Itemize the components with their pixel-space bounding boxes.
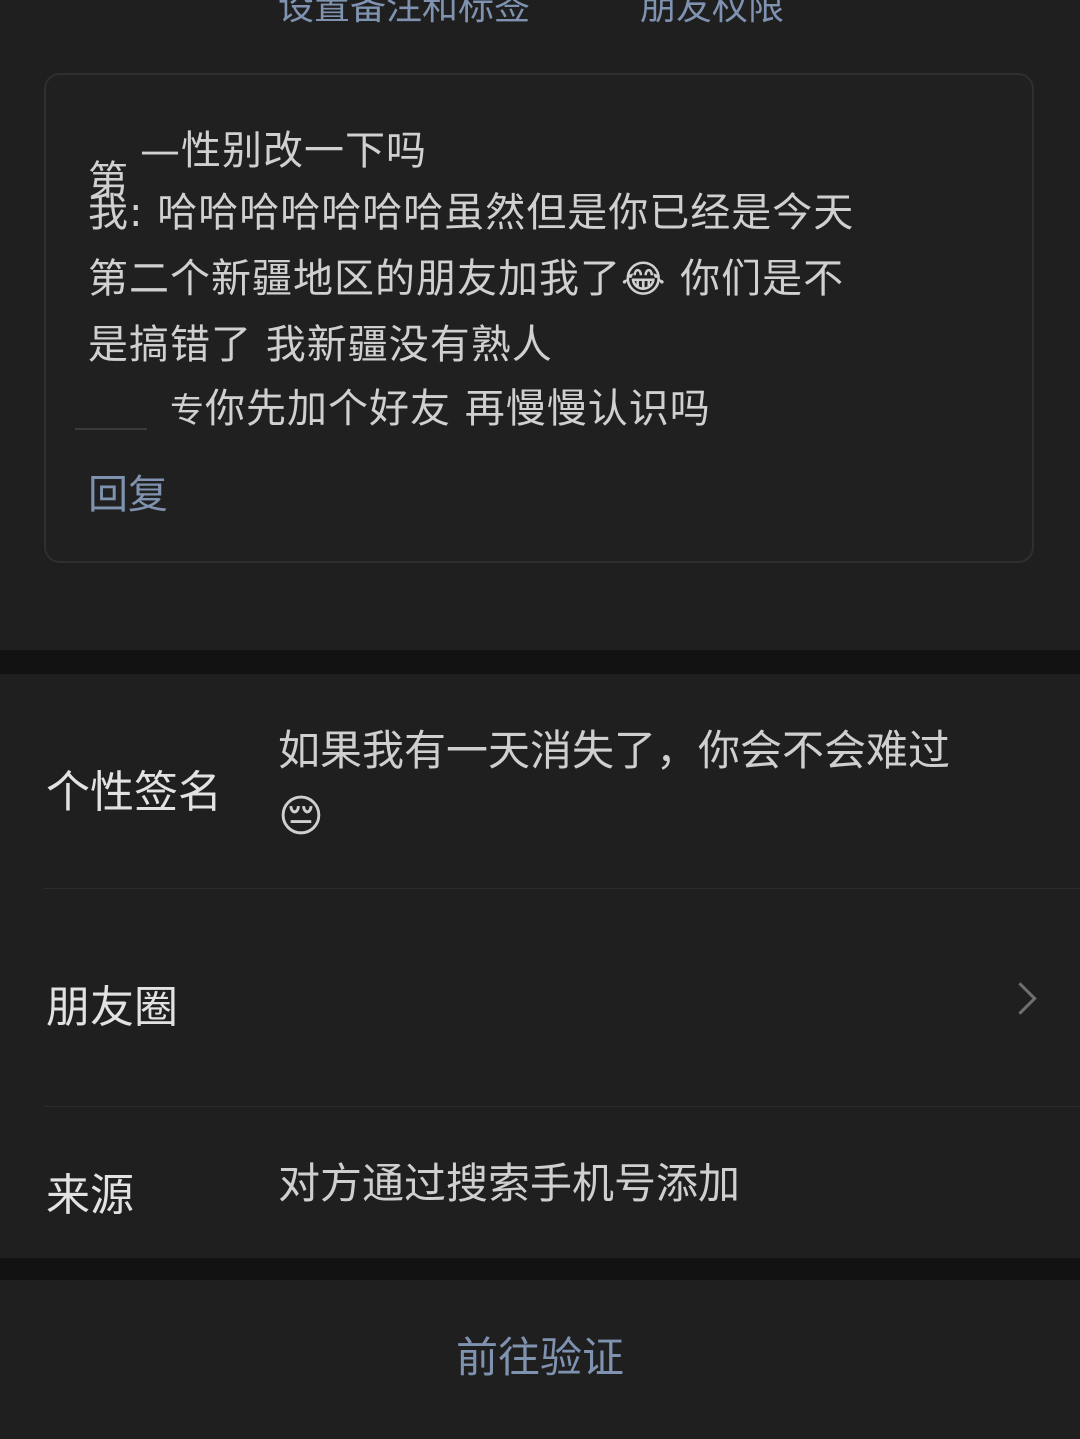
chevron-right-icon bbox=[1004, 982, 1037, 1015]
message-line-3-text: 第二个新疆地区的朋友加我了 bbox=[88, 256, 621, 302]
section-separator bbox=[0, 1258, 1080, 1280]
message-line-4: 是搞错了 我新疆没有熟人 bbox=[88, 322, 553, 368]
source-label: 来源 bbox=[46, 1170, 134, 1221]
set-remark-link[interactable]: 设置备注和标签 bbox=[278, 0, 530, 30]
moments-label: 朋友圈 bbox=[46, 982, 178, 1033]
top-links: 设置备注和标签 朋友权限 bbox=[0, 0, 1080, 40]
signature-row: 个性签名 如果我有一天消失了，你会不会难过 😔 bbox=[0, 674, 1080, 888]
section-separator bbox=[0, 650, 1080, 674]
verify-area: 前往验证 bbox=[0, 1280, 1080, 1439]
partial-message-text: 性别改一下吗 bbox=[181, 128, 427, 174]
reply-link[interactable]: 回复 bbox=[88, 462, 168, 520]
message-line-3: 第二个新疆地区的朋友加我了😂 你们是不 bbox=[88, 246, 844, 312]
signature-label: 个性签名 bbox=[46, 767, 222, 818]
source-row: 来源 对方通过搜索手机号添加 bbox=[0, 1107, 1080, 1257]
pensive-emoji-icon: 😔 bbox=[278, 791, 324, 842]
profile-info-list: 个性签名 如果我有一天消失了，你会不会难过 😔 朋友圈 来源 对方通过搜索手机号… bbox=[0, 674, 1080, 1258]
friend-permission-link[interactable]: 朋友权限 bbox=[640, 0, 784, 30]
moments-row[interactable]: 朋友圈 bbox=[0, 889, 1080, 1105]
laughing-emoji-icon: 😂 bbox=[621, 257, 667, 301]
partial-message-line: —性别改一下吗 bbox=[140, 128, 427, 174]
message-line-5-prefix: 专 bbox=[170, 391, 205, 431]
signature-text: 如果我有一天消失了，你会不会难过 bbox=[278, 726, 951, 775]
go-verify-button[interactable]: 前往验证 bbox=[0, 1324, 1080, 1385]
source-value: 对方通过搜索手机号添加 bbox=[278, 1159, 741, 1208]
message-line-5: 专你先加个好友 再慢慢认识吗 bbox=[170, 376, 711, 444]
message-line-2: 我: 哈哈哈哈哈哈哈虽然但是你已经是今天 bbox=[88, 190, 855, 236]
message-line-3-tail: 你们是不 bbox=[666, 256, 845, 302]
signature-value: 如果我有一天消失了，你会不会难过 😔 bbox=[278, 718, 1038, 850]
message-divider bbox=[75, 428, 147, 430]
message-line-5-text: 你先加个好友 再慢慢认识吗 bbox=[205, 386, 711, 432]
